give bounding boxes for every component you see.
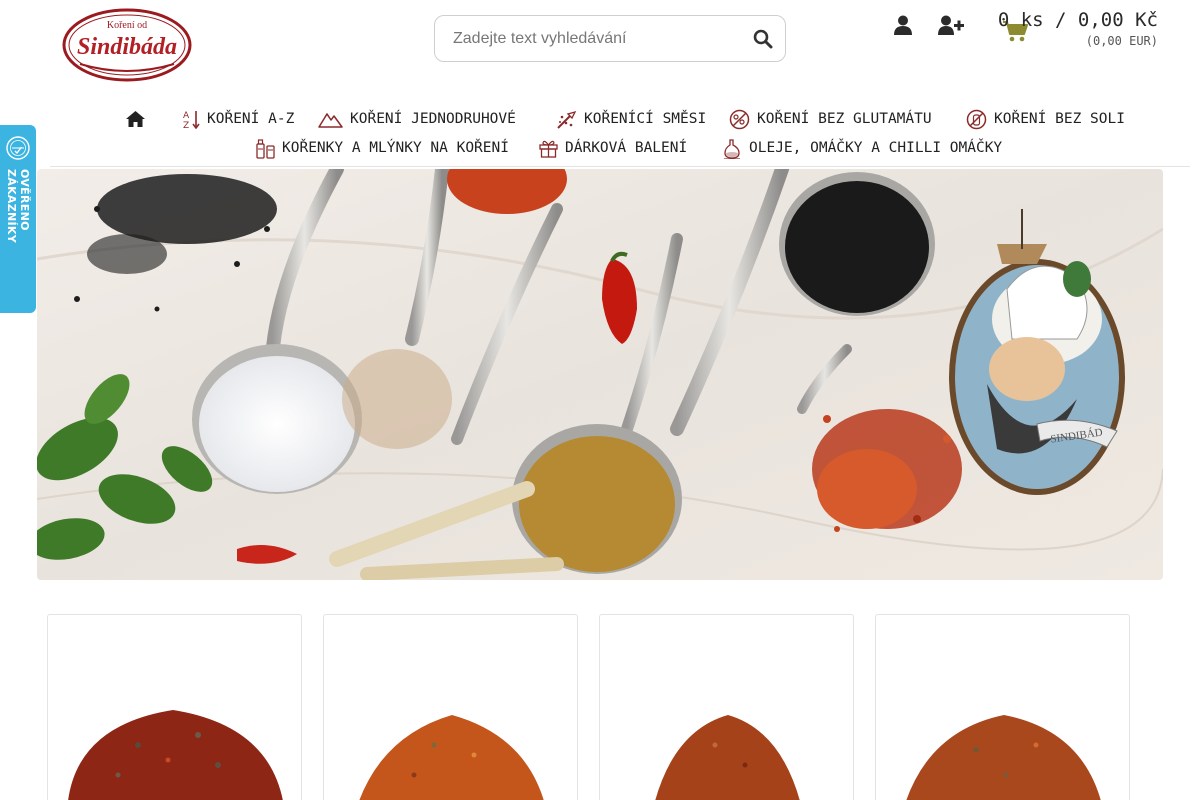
svg-text:A: A: [183, 111, 190, 121]
curry-spoon: [519, 436, 675, 572]
nav-label: Kořenící směsi: [584, 111, 707, 127]
salt-spoon: [199, 356, 355, 492]
site-logo[interactable]: Koření od Sindibáda: [62, 8, 192, 82]
svg-text:Z: Z: [183, 121, 189, 129]
nav-label: Koření bez glutamátu: [757, 111, 932, 127]
nav-koreni-bez-soli[interactable]: Koření bez soli: [966, 107, 1125, 131]
az-sort-icon: A Z: [183, 111, 200, 129]
user-icon[interactable]: [894, 15, 912, 35]
product-card[interactable]: [323, 614, 578, 800]
cart-total-eur: (0,00 EUR): [1085, 34, 1158, 48]
home-icon: [126, 111, 145, 127]
nav-oleje-omacky[interactable]: Oleje, omáčky a chilli omáčky: [722, 136, 1002, 160]
nav-label: Oleje, omáčky a chilli omáčky: [749, 140, 1003, 156]
nav-label: Dárková balení: [565, 140, 688, 156]
nav-darkova-baleni[interactable]: Dárková balení: [539, 136, 687, 160]
product-image: [655, 715, 800, 800]
verified-by-customers-badge[interactable]: OVĚŘENO ZÁKAZNÍKY: [0, 125, 36, 313]
product-image: [68, 710, 283, 800]
nav-label: Koření bez soli: [994, 111, 1125, 127]
search-icon[interactable]: [753, 29, 773, 49]
logo-tagline: Koření od: [107, 20, 147, 31]
product-card[interactable]: [599, 614, 854, 800]
nav-label: Kořenky a mlýnky na koření: [282, 140, 509, 156]
search-input[interactable]: [453, 16, 743, 61]
nav-koreni-bez-glutamatu[interactable]: Koření bez glutamátu: [729, 107, 932, 131]
cart-summary[interactable]: 0 ks / 0,00 Kč: [998, 9, 1158, 31]
logo-title: Sindibáda: [77, 34, 177, 60]
product-card[interactable]: [875, 614, 1130, 800]
nav-korenky-a-mlynky[interactable]: Kořenky a mlýnky na koření: [256, 136, 509, 160]
nav-koreni-jednodruhove[interactable]: Koření jednodruhové: [318, 107, 516, 131]
hero-banner[interactable]: SINDIBÁD: [37, 169, 1163, 580]
no-glutamate-icon: [729, 109, 750, 129]
product-image: [359, 715, 544, 800]
black-sesame-spoon: [785, 181, 929, 313]
no-salt-icon: [966, 109, 987, 129]
nav-korenici-smesi[interactable]: Kořenící směsi: [556, 107, 706, 131]
nav-koreni-a-z[interactable]: A Z Koření A-Z: [183, 107, 294, 131]
mountain-icon: [318, 112, 343, 128]
product-image: [906, 715, 1101, 800]
add-user-icon[interactable]: [938, 15, 964, 35]
badge-text: OVĚŘENO ZÁKAZNÍKY: [5, 169, 31, 243]
verified-seal-icon: [6, 136, 30, 160]
grinder-icon: [256, 138, 275, 159]
nav-home[interactable]: [126, 107, 152, 131]
mix-icon: [557, 110, 577, 129]
nav-label: Koření A-Z: [207, 111, 295, 127]
oil-bottle-icon: [724, 138, 740, 159]
nav-divider: [50, 166, 1190, 167]
search-box[interactable]: [434, 15, 786, 62]
product-card[interactable]: [47, 614, 302, 800]
gift-icon: [539, 140, 558, 158]
nav-label: Koření jednodruhové: [350, 111, 516, 127]
